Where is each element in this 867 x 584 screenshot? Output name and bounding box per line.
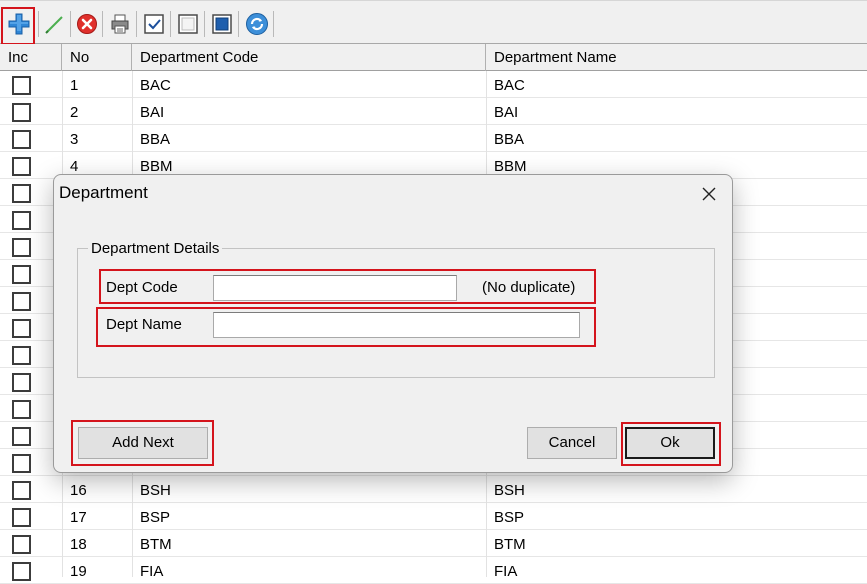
- cell-no: 19: [70, 563, 87, 580]
- toolbar-separator: [38, 11, 39, 37]
- include-checkbox[interactable]: [12, 400, 31, 419]
- cell-department-name: FIA: [494, 563, 518, 580]
- dept-name-highlight: [96, 307, 596, 347]
- edit-button[interactable]: [42, 12, 66, 36]
- table-row[interactable]: 19 FIA FIA: [0, 557, 867, 584]
- cell-department-name: BTM: [494, 536, 526, 553]
- include-checkbox[interactable]: [12, 76, 31, 95]
- add-next-highlight: [71, 420, 214, 466]
- cell-department-name: BBA: [494, 131, 525, 148]
- include-checkbox[interactable]: [12, 211, 31, 230]
- cancel-button[interactable]: Cancel: [527, 427, 617, 459]
- save-icon: [212, 14, 232, 34]
- toolbar-separator: [170, 11, 171, 37]
- column-header-no[interactable]: No: [62, 44, 132, 71]
- cell-department-name: BAC: [494, 77, 525, 94]
- refresh-button[interactable]: [245, 12, 269, 36]
- delete-button[interactable]: [75, 12, 99, 36]
- cell-no: 16: [70, 482, 87, 499]
- cell-department-name: BSP: [494, 509, 525, 526]
- cell-department-code: BAI: [140, 104, 165, 121]
- column-header-department-name[interactable]: Department Name: [486, 44, 867, 71]
- include-checkbox[interactable]: [12, 103, 31, 122]
- table-row[interactable]: 17 BSP BSP: [0, 503, 867, 530]
- edit-icon: [45, 16, 63, 34]
- include-checkbox[interactable]: [12, 346, 31, 365]
- table-row[interactable]: 1 BAC BAC: [0, 71, 867, 98]
- deselect-all-button[interactable]: [176, 12, 200, 36]
- column-header-inc[interactable]: Inc: [0, 44, 62, 71]
- delete-icon: [77, 14, 97, 34]
- table-row[interactable]: 3 BBA BBA: [0, 125, 867, 152]
- cell-department-code: BAC: [140, 77, 171, 94]
- table-row[interactable]: 2 BAI BAI: [0, 98, 867, 125]
- department-dialog: Department Department Details Dept Code …: [53, 174, 733, 473]
- column-header-department-code[interactable]: Department Code: [132, 44, 486, 71]
- include-checkbox[interactable]: [12, 130, 31, 149]
- toolbar-separator: [273, 11, 274, 37]
- cell-department-code: BBA: [140, 131, 171, 148]
- cell-department-name: BAI: [494, 104, 519, 121]
- include-checkbox[interactable]: [12, 427, 31, 446]
- select-all-icon: [144, 14, 164, 34]
- include-checkbox[interactable]: [12, 454, 31, 473]
- save-button[interactable]: [210, 12, 234, 36]
- cell-department-code: FIA: [140, 563, 164, 580]
- include-checkbox[interactable]: [12, 265, 31, 284]
- cell-no: 18: [70, 536, 87, 553]
- cell-no: 1: [70, 77, 79, 94]
- table-row[interactable]: 18 BTM BTM: [0, 530, 867, 557]
- toolbar-separator: [238, 11, 239, 37]
- toolbar-separator: [136, 11, 137, 37]
- select-all-button[interactable]: [142, 12, 166, 36]
- toolbar: [0, 0, 867, 45]
- ok-highlight: [621, 422, 721, 466]
- include-checkbox[interactable]: [12, 157, 31, 176]
- deselect-all-icon: [178, 14, 198, 34]
- dialog-title: Department: [59, 183, 148, 202]
- add-button-highlight: [1, 7, 35, 45]
- print-button[interactable]: [108, 12, 132, 36]
- print-icon: [111, 14, 129, 34]
- include-checkbox[interactable]: [12, 238, 31, 257]
- cell-department-code: BSH: [140, 482, 171, 499]
- toolbar-separator: [70, 11, 71, 37]
- include-checkbox[interactable]: [12, 508, 31, 527]
- include-checkbox[interactable]: [12, 292, 31, 311]
- toolbar-separator: [102, 11, 103, 37]
- include-checkbox[interactable]: [12, 373, 31, 392]
- include-checkbox[interactable]: [12, 481, 31, 500]
- cell-no: 3: [70, 131, 79, 148]
- grid-header: Inc No Department Code Department Name: [0, 44, 867, 71]
- table-row[interactable]: 16 BSH BSH: [0, 476, 867, 503]
- group-label: Department Details: [88, 241, 223, 257]
- cell-department-code: BTM: [140, 536, 172, 553]
- toolbar-separator: [204, 11, 205, 37]
- close-button[interactable]: [694, 179, 724, 209]
- include-checkbox[interactable]: [12, 184, 31, 203]
- cell-no: 2: [70, 104, 79, 121]
- cell-department-name: BSH: [494, 482, 525, 499]
- include-checkbox[interactable]: [12, 535, 31, 554]
- include-checkbox[interactable]: [12, 562, 31, 581]
- refresh-icon: [246, 13, 268, 35]
- cell-department-code: BSP: [140, 509, 171, 526]
- close-icon: [702, 187, 716, 201]
- cell-no: 17: [70, 509, 87, 526]
- include-checkbox[interactable]: [12, 319, 31, 338]
- dept-code-highlight: [99, 269, 596, 304]
